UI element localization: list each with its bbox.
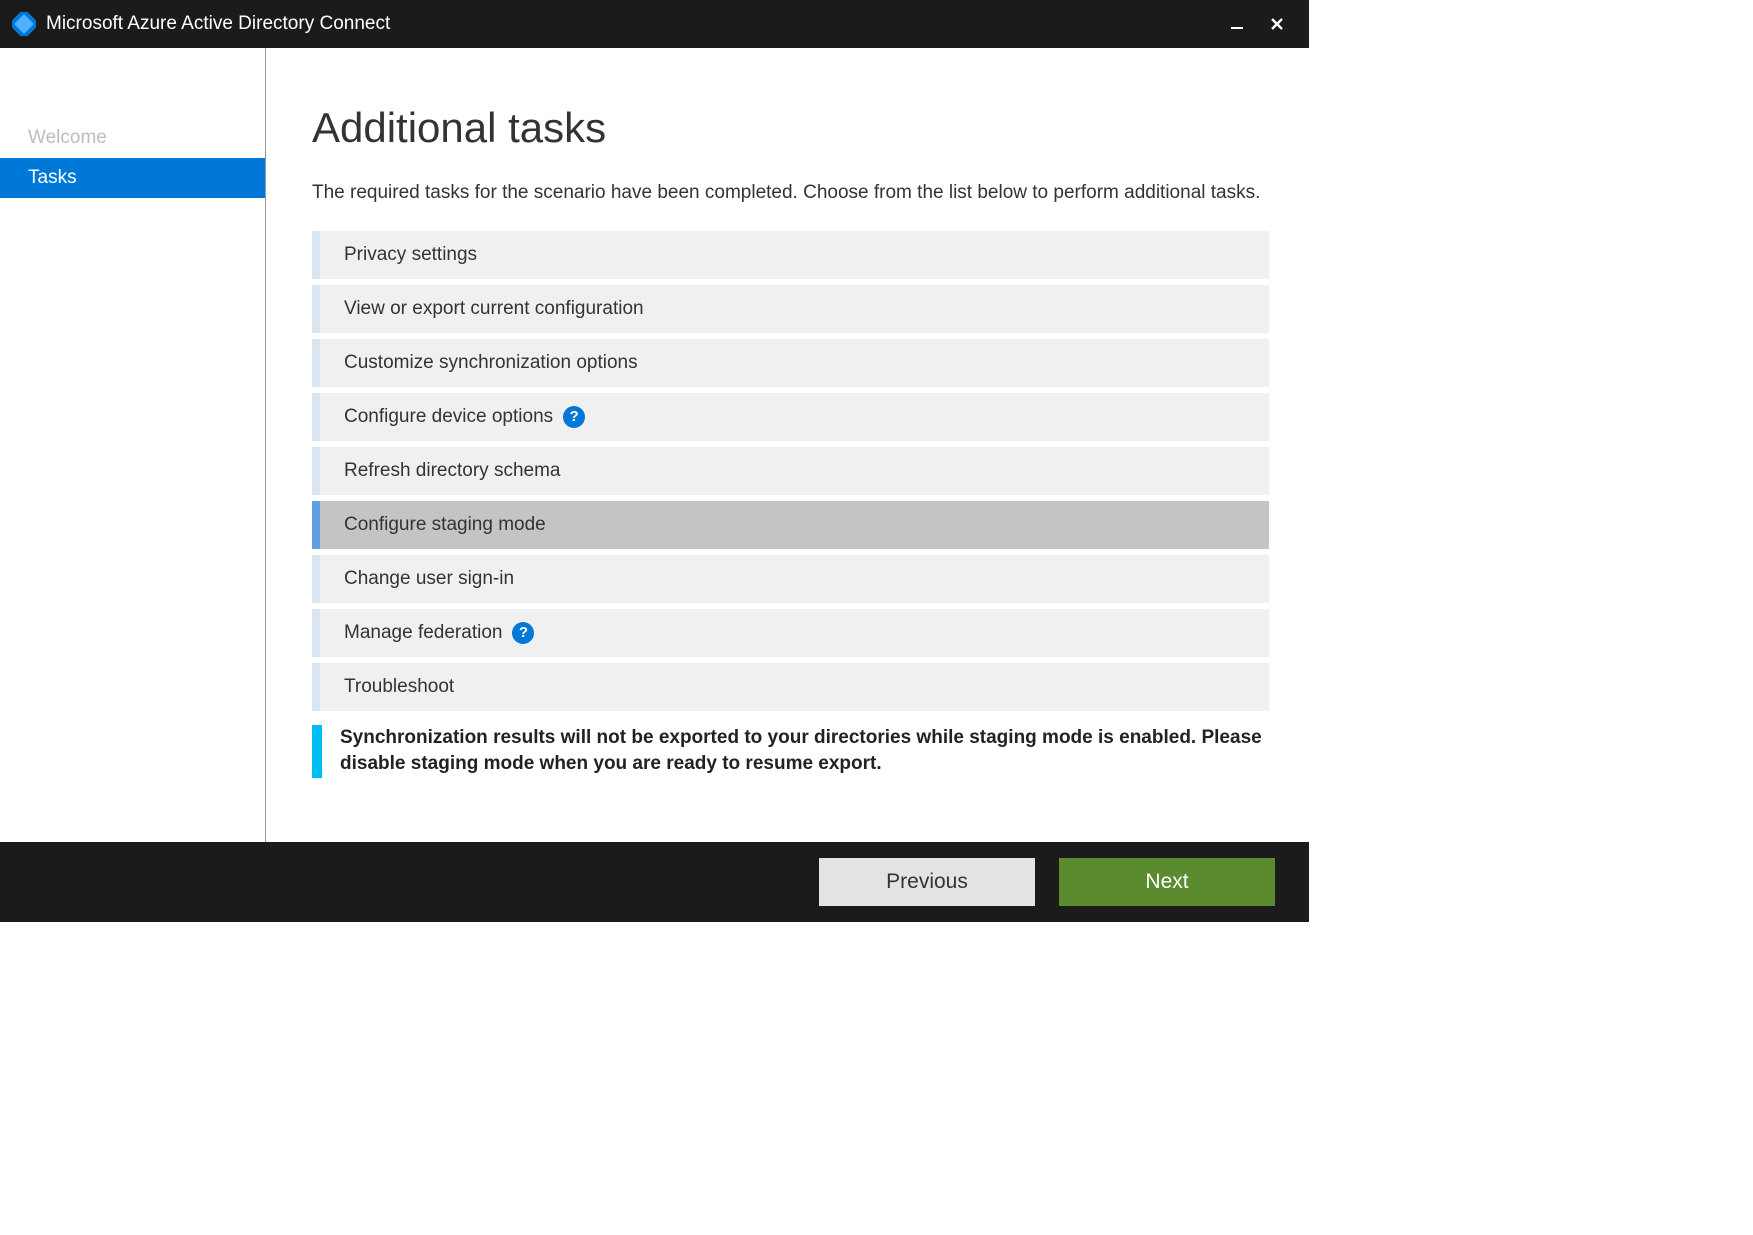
sidebar-item-label: Welcome [28, 127, 107, 149]
sidebar-item-label: Tasks [28, 167, 77, 189]
previous-button[interactable]: Previous [819, 858, 1035, 906]
task-configure-device-options[interactable]: Configure device options ? [312, 393, 1269, 441]
body: Welcome Tasks Additional tasks The requi… [0, 48, 1309, 842]
task-change-user-signin[interactable]: Change user sign-in [312, 555, 1269, 603]
minimize-button[interactable] [1217, 4, 1257, 44]
next-button[interactable]: Next [1059, 858, 1275, 906]
window-title: Microsoft Azure Active Directory Connect [46, 13, 1217, 35]
task-label: Troubleshoot [344, 676, 454, 698]
task-label: Privacy settings [344, 244, 477, 266]
task-list: Privacy settings View or export current … [312, 231, 1269, 711]
main-content: Additional tasks The required tasks for … [266, 48, 1309, 842]
sidebar: Welcome Tasks [0, 48, 266, 842]
sidebar-item-tasks[interactable]: Tasks [0, 158, 265, 198]
help-icon[interactable]: ? [512, 622, 534, 644]
task-privacy-settings[interactable]: Privacy settings [312, 231, 1269, 279]
task-configure-staging-mode[interactable]: Configure staging mode [312, 501, 1269, 549]
task-customize-sync-options[interactable]: Customize synchronization options [312, 339, 1269, 387]
task-accent [312, 231, 320, 279]
task-manage-federation[interactable]: Manage federation ? [312, 609, 1269, 657]
task-refresh-directory-schema[interactable]: Refresh directory schema [312, 447, 1269, 495]
notice-text: Synchronization results will not be expo… [322, 725, 1269, 778]
staging-mode-notice: Synchronization results will not be expo… [312, 725, 1269, 778]
task-accent [312, 447, 320, 495]
task-label: Configure device options [344, 406, 553, 428]
azure-logo-icon [12, 12, 36, 36]
task-accent [312, 339, 320, 387]
task-accent [312, 393, 320, 441]
task-troubleshoot[interactable]: Troubleshoot [312, 663, 1269, 711]
task-label: Change user sign-in [344, 568, 514, 590]
titlebar: Microsoft Azure Active Directory Connect [0, 0, 1309, 48]
task-label: Customize synchronization options [344, 352, 638, 374]
task-view-export-config[interactable]: View or export current configuration [312, 285, 1269, 333]
close-button[interactable] [1257, 4, 1297, 44]
task-accent [312, 555, 320, 603]
task-accent [312, 501, 320, 549]
task-label: Manage federation [344, 622, 502, 644]
footer: Previous Next [0, 842, 1309, 922]
page-subtitle: The required tasks for the scenario have… [312, 180, 1269, 207]
notice-accent-bar [312, 725, 322, 778]
task-label: View or export current configuration [344, 298, 644, 320]
task-accent [312, 663, 320, 711]
task-accent [312, 285, 320, 333]
task-label: Configure staging mode [344, 514, 546, 536]
task-accent [312, 609, 320, 657]
page-title: Additional tasks [312, 104, 1269, 152]
sidebar-item-welcome[interactable]: Welcome [0, 118, 265, 158]
help-icon[interactable]: ? [563, 406, 585, 428]
task-label: Refresh directory schema [344, 460, 560, 482]
